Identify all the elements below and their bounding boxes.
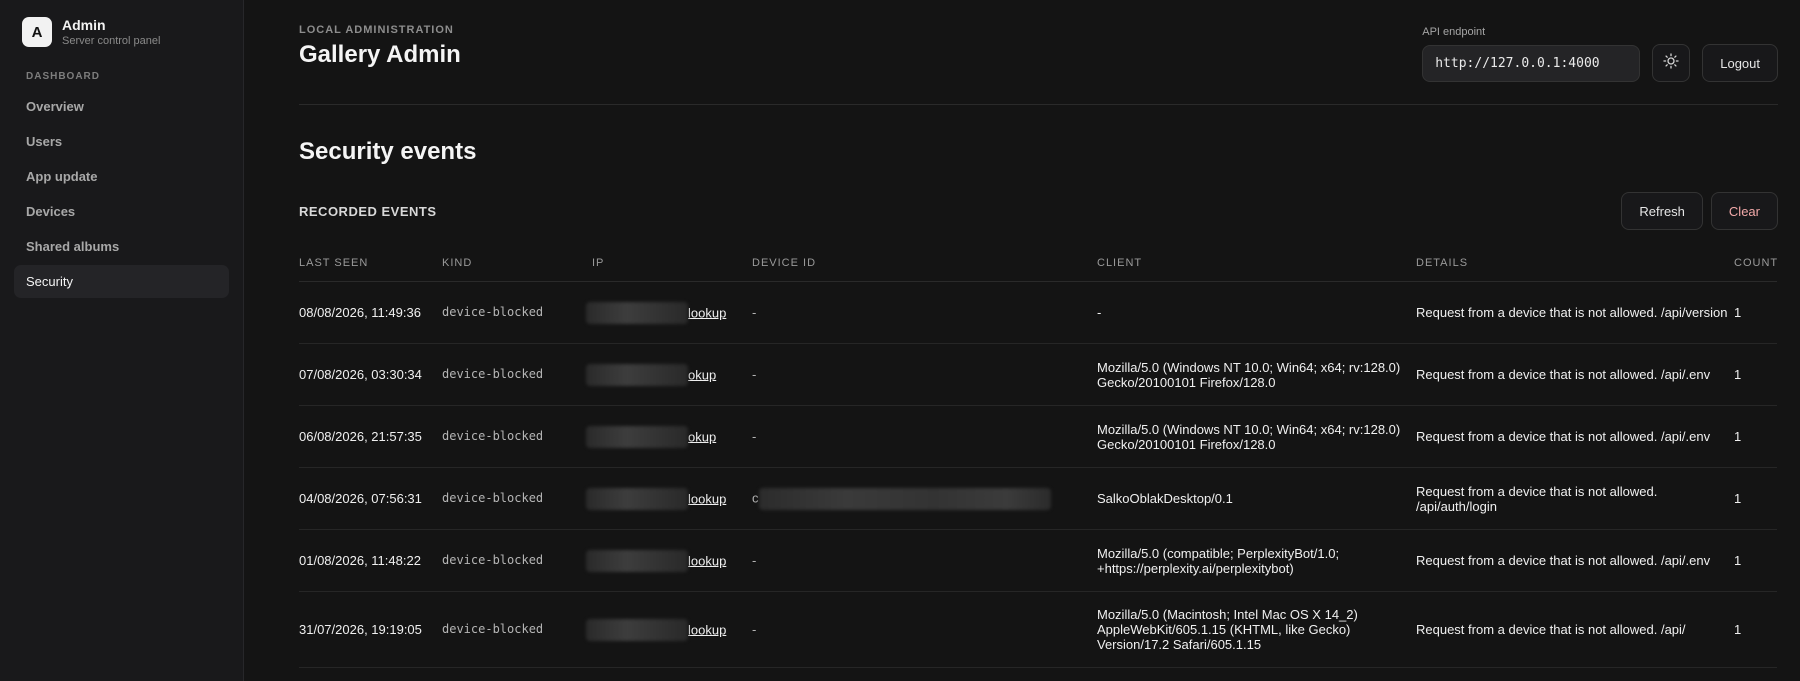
cell-device-id: - (752, 405, 1097, 468)
cell-client: Mozilla/5.0 (Macintosh; Intel Mac OS X 1… (1097, 591, 1416, 668)
ip-lookup-link[interactable]: lookup (688, 491, 726, 506)
redacted-ip (586, 549, 688, 572)
cell-ip: lookup (586, 529, 752, 592)
cell-kind: device-blocked (442, 343, 592, 406)
cell-device-id: - (752, 281, 1097, 344)
main-content: LOCAL ADMINISTRATION Gallery Admin API e… (244, 0, 1800, 681)
table-row: 06/08/2026, 21:57:35 device-blocked okup… (299, 405, 1777, 468)
cell-ip: lookup (586, 281, 752, 344)
refresh-button[interactable]: Refresh (1621, 192, 1703, 230)
theme-toggle-button[interactable] (1652, 44, 1691, 82)
cell-kind: device-blocked (442, 529, 592, 592)
column-header-last-seen[interactable]: LAST SEEN (299, 245, 442, 282)
page-header: LOCAL ADMINISTRATION Gallery Admin API e… (299, 0, 1778, 105)
brand: A Admin Server control panel (14, 17, 229, 47)
cell-ip: okup (586, 343, 752, 406)
cell-ip: lookup (586, 591, 752, 668)
cell-count: 1 (1734, 343, 1777, 406)
redacted-ip (586, 363, 688, 386)
ip-lookup-link[interactable]: okup (688, 367, 716, 382)
redacted-ip (586, 301, 688, 324)
redacted-device-id (758, 487, 1051, 510)
sidebar-item-devices[interactable]: Devices (14, 195, 229, 228)
events-toolbar: RECORDED EVENTS Refresh Clear (299, 192, 1778, 230)
sidebar-item-security[interactable]: Security (14, 265, 229, 298)
table-header-row: LAST SEEN KIND IP DEVICE ID CLIENT DETAI… (299, 245, 1777, 282)
nav-section-label: DASHBOARD (26, 71, 100, 82)
brand-subtitle: Server control panel (62, 35, 161, 47)
cell-last-seen: 04/08/2026, 07:56:31 (299, 467, 442, 530)
column-header-ip[interactable]: IP (592, 245, 752, 282)
cell-kind: device-blocked (442, 591, 592, 668)
column-header-details[interactable]: DETAILS (1416, 245, 1734, 282)
section-title: Security events (299, 138, 477, 165)
column-header-device-id[interactable]: DEVICE ID (752, 245, 1097, 282)
cell-count: 1 (1734, 467, 1777, 530)
cell-device-id: - (752, 343, 1097, 406)
redacted-ip (586, 425, 688, 448)
redacted-ip (586, 618, 688, 641)
table-row: 01/08/2026, 11:48:22 device-blocked look… (299, 529, 1777, 592)
header-controls: API endpoint Logout (1422, 26, 1778, 82)
sidebar-item-users[interactable]: Users (14, 125, 229, 158)
brand-logo: A (22, 17, 52, 47)
page-eyebrow: LOCAL ADMINISTRATION (299, 24, 454, 36)
cell-client: - (1097, 281, 1416, 344)
cell-client: Mozilla/5.0 (Windows NT 10.0; Win64; x64… (1097, 343, 1416, 406)
page-title: Gallery Admin (299, 41, 461, 68)
ip-lookup-link[interactable]: lookup (688, 553, 726, 568)
events-subtitle: RECORDED EVENTS (299, 203, 437, 219)
column-header-count[interactable]: COUNT (1734, 245, 1777, 282)
device-id-prefix: c (752, 489, 759, 505)
cell-details: Request from a device that is not allowe… (1416, 591, 1734, 668)
column-header-client[interactable]: CLIENT (1097, 245, 1416, 282)
cell-ip: okup (586, 405, 752, 468)
cell-client: SalkoOblakDesktop/0.1 (1097, 467, 1416, 530)
table-row: 07/08/2026, 03:30:34 device-blocked okup… (299, 343, 1777, 406)
cell-ip: lookup (586, 467, 752, 530)
ip-lookup-link[interactable]: lookup (688, 305, 726, 320)
sun-icon (1663, 52, 1679, 74)
api-endpoint-label: API endpoint (1422, 26, 1486, 38)
cell-details: Request from a device that is not allowe… (1416, 405, 1734, 468)
ip-lookup-link[interactable]: okup (688, 429, 716, 444)
cell-details: Request from a device that is not allowe… (1416, 281, 1734, 344)
cell-details: Request from a device that is not allowe… (1416, 467, 1734, 530)
cell-last-seen: 06/08/2026, 21:57:35 (299, 405, 442, 468)
redacted-ip (586, 487, 688, 510)
cell-count: 1 (1734, 405, 1777, 468)
cell-count: 1 (1734, 591, 1777, 668)
sidebar: A Admin Server control panel DASHBOARD O… (0, 0, 244, 681)
cell-last-seen: 08/08/2026, 11:49:36 (299, 281, 442, 344)
logout-button[interactable]: Logout (1702, 44, 1778, 82)
cell-details: Request from a device that is not allowe… (1416, 343, 1734, 406)
column-header-kind[interactable]: KIND (442, 245, 592, 282)
security-events-table: LAST SEEN KIND IP DEVICE ID CLIENT DETAI… (299, 245, 1777, 668)
sidebar-item-app-update[interactable]: App update (14, 160, 229, 193)
cell-kind: device-blocked (442, 281, 592, 344)
clear-button[interactable]: Clear (1710, 192, 1778, 230)
cell-details: Request from a device that is not allowe… (1416, 529, 1734, 592)
cell-last-seen: 31/07/2026, 19:19:05 (299, 591, 442, 668)
cell-client: Mozilla/5.0 (Windows NT 10.0; Win64; x64… (1097, 405, 1416, 468)
table-row: 04/08/2026, 07:56:31 device-blocked look… (299, 467, 1777, 530)
cell-last-seen: 01/08/2026, 11:48:22 (299, 529, 442, 592)
cell-client: Mozilla/5.0 (compatible; PerplexityBot/1… (1097, 529, 1416, 592)
cell-count: 1 (1734, 529, 1777, 592)
cell-kind: device-blocked (442, 405, 592, 468)
cell-kind: device-blocked (442, 467, 592, 530)
sidebar-item-shared-albums[interactable]: Shared albums (14, 230, 229, 263)
cell-device-id: c (752, 467, 1097, 530)
table-row: 31/07/2026, 19:19:05 device-blocked look… (299, 591, 1777, 668)
cell-device-id: - (752, 529, 1097, 592)
api-endpoint-input[interactable] (1422, 45, 1641, 82)
cell-count: 1 (1734, 281, 1777, 344)
sidebar-item-overview[interactable]: Overview (14, 90, 229, 123)
cell-device-id: - (752, 591, 1097, 668)
cell-last-seen: 07/08/2026, 03:30:34 (299, 343, 442, 406)
table-row: 08/08/2026, 11:49:36 device-blocked look… (299, 281, 1777, 344)
ip-lookup-link[interactable]: lookup (688, 622, 726, 637)
brand-title: Admin (62, 17, 106, 33)
